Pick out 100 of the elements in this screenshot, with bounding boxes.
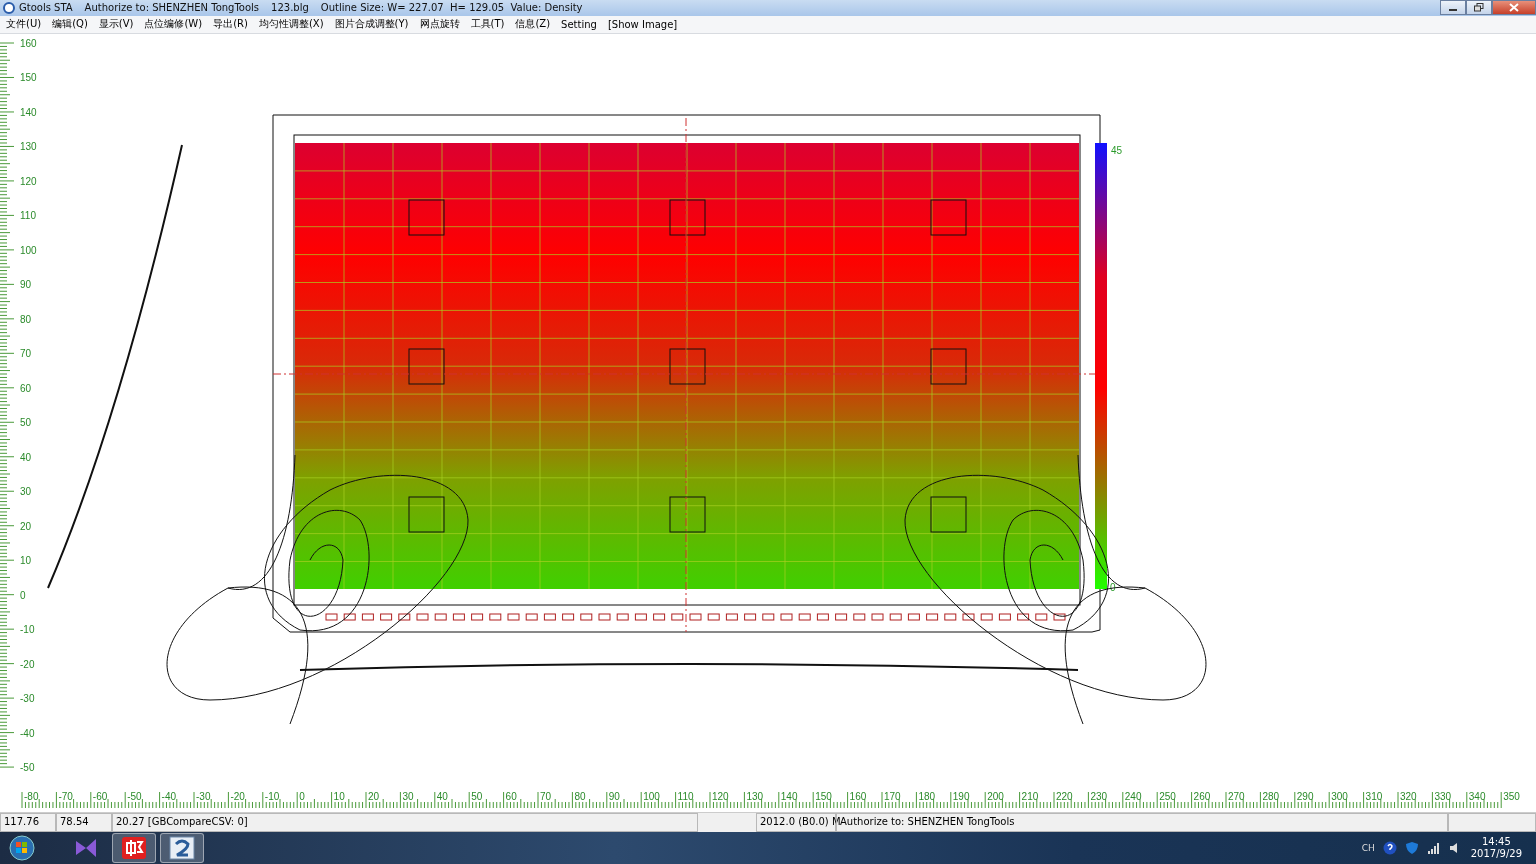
menu-item[interactable]: 导出(R) [213, 17, 248, 32]
ruler-label: -30 [20, 693, 35, 705]
ruler-label: 200 [987, 791, 1004, 802]
ruler-label: 30 [20, 486, 32, 498]
ruler-label: 290 [1296, 791, 1314, 802]
measure-square [408, 496, 445, 533]
ruler-label: 130 [20, 141, 37, 153]
shield-icon[interactable] [1404, 841, 1419, 855]
ruler-label: 350 [1503, 791, 1520, 802]
ruler-label: 80 [574, 791, 586, 802]
menu-item[interactable]: 点位编修(W) [144, 17, 203, 32]
ruler-label: 300 [1331, 791, 1348, 802]
ruler-label: 230 [1090, 791, 1108, 802]
outline-info: Outline Size: W= 227.07 H= 129.05 Value: Density [320, 2, 583, 14]
measure-square [408, 348, 445, 385]
ruler-label: 20 [20, 520, 32, 532]
file-name: 123.blg [271, 2, 309, 14]
ruler-label: 160 [849, 791, 867, 802]
restore-button[interactable] [1466, 0, 1492, 15]
menu-item[interactable]: 编辑(Q) [52, 17, 88, 32]
ruler-label: 50 [471, 791, 483, 802]
ruler-label: 150 [815, 791, 832, 802]
ruler-label: -20 [20, 658, 35, 670]
ruler-label: -50 [20, 762, 35, 774]
ruler-label: 10 [333, 791, 345, 802]
ruler-label: 170 [884, 791, 901, 802]
ruler-label: 40 [20, 451, 32, 463]
ruler-label: -30 [196, 791, 211, 802]
measure-square [669, 496, 706, 533]
ruler-label: 110 [20, 210, 36, 222]
menu-item[interactable]: 工具(T) [470, 17, 505, 32]
window-title: Gtools STA [19, 2, 73, 14]
ruler-label: 30 [402, 791, 414, 802]
app-logo-icon [169, 836, 195, 860]
ruler-label: 40 [436, 791, 448, 802]
menu-item[interactable]: Setting [561, 18, 597, 30]
menu-item[interactable]: 信息(Z) [515, 17, 551, 32]
ruler-label: 60 [505, 791, 517, 802]
menu-item[interactable]: [Show Image] [607, 18, 678, 30]
ruler-label: 320 [1400, 791, 1417, 802]
ruler-label: 0 [299, 791, 305, 802]
measure-square [930, 348, 967, 385]
ruler-label: 260 [1193, 791, 1211, 802]
ruler-label: 190 [952, 791, 970, 802]
ruler-label: 70 [20, 348, 32, 360]
ruler-label: 150 [20, 72, 37, 84]
signal-icon[interactable] [1426, 842, 1441, 854]
ruler-label: 120 [20, 175, 37, 187]
menu-item[interactable]: 图片合成调整(Y) [334, 17, 409, 32]
ruler-label: -40 [20, 727, 35, 739]
taskbar-app[interactable] [160, 833, 204, 863]
app-icon [3, 1, 15, 14]
ruler-label: 90 [20, 279, 32, 291]
mail-app-icon [121, 836, 147, 860]
ruler-label: 340 [1468, 791, 1486, 802]
ruler-label: 120 [712, 791, 729, 802]
status-field: 20.27 [GBCompareCSV: 0] [112, 813, 698, 832]
measure-square [930, 496, 967, 533]
status-field: 78.54 [56, 813, 112, 832]
ruler-label: 280 [1262, 791, 1280, 802]
ruler-label: -80 [24, 791, 39, 802]
ruler-label: 310 [1365, 791, 1383, 802]
taskbar-app[interactable] [112, 833, 156, 863]
ruler-label: 270 [1228, 791, 1245, 802]
measure-square [669, 348, 706, 385]
ruler-label: 100 [20, 244, 37, 256]
measure-square [408, 199, 445, 236]
help-icon[interactable] [1382, 841, 1397, 855]
ruler-label: 50 [20, 417, 32, 429]
ruler-label: 210 [1021, 791, 1039, 802]
ruler-label: 160 [20, 38, 37, 49]
ruler-label: 10 [20, 555, 32, 567]
ruler-label: 0 [20, 589, 26, 601]
status-field: 117.76 [0, 813, 56, 832]
menu-item[interactable]: 文件(U) [6, 17, 42, 32]
ruler-label: -20 [230, 791, 245, 802]
scale-max-label: 45 [1111, 145, 1123, 156]
ruler-label: -10 [264, 791, 280, 802]
clock-time[interactable]: 14:45 [1481, 836, 1511, 848]
ruler-label: 110 [677, 791, 694, 802]
menu-item[interactable]: 均匀性调整(X) [258, 17, 324, 32]
menu-item[interactable]: 网点旋转 [419, 17, 460, 32]
close-icon [1509, 3, 1519, 12]
ruler-label: 240 [1124, 791, 1142, 802]
close-button[interactable] [1492, 0, 1536, 15]
language-indicator[interactable]: CH [1361, 843, 1375, 853]
ruler-label: 100 [643, 791, 660, 802]
ruler-label: 250 [1159, 791, 1176, 802]
scale-min-label: 0 [1110, 582, 1116, 593]
clock-date[interactable]: 2017/9/29 [1470, 848, 1522, 860]
restore-icon [1474, 3, 1484, 12]
ruler-label: 330 [1434, 791, 1452, 802]
ruler-label: 130 [746, 791, 764, 802]
ruler-label: 90 [608, 791, 620, 802]
ruler-label: 220 [1056, 791, 1073, 802]
ruler-label: 60 [20, 382, 32, 394]
ruler-label: 70 [540, 791, 552, 802]
minimize-button[interactable] [1440, 0, 1466, 15]
ruler-label: 20 [368, 791, 380, 802]
menu-item[interactable]: 显示(V) [98, 17, 134, 32]
